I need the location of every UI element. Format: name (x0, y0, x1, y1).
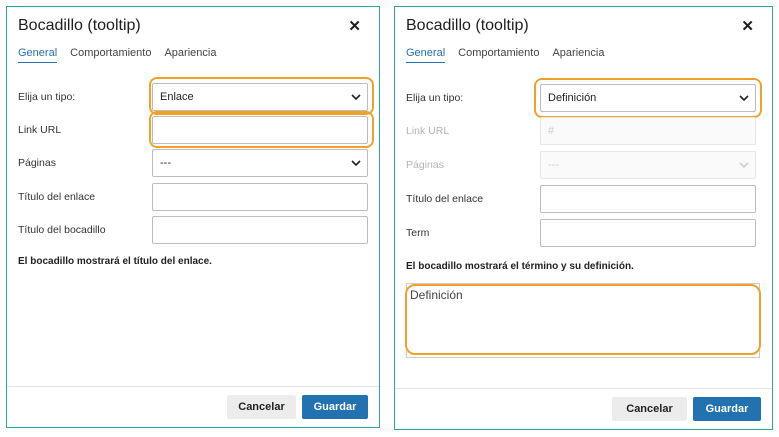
chevron-down-icon (739, 92, 749, 104)
link-title-label: Título del enlace (18, 191, 96, 203)
term-input[interactable] (540, 219, 756, 247)
cancel-button[interactable]: Cancelar (227, 395, 296, 419)
type-select[interactable]: Enlace (152, 83, 368, 111)
pages-select[interactable]: --- (152, 149, 368, 177)
link-url-value: # (548, 125, 555, 137)
pages-select-value: --- (548, 159, 559, 171)
link-title-row: Título del enlace (406, 185, 762, 213)
chevron-down-icon (351, 157, 361, 169)
pages-select-value: --- (160, 157, 171, 169)
cancel-button[interactable]: Cancelar (612, 397, 687, 421)
link-url-row: Link URL (18, 116, 370, 144)
info-note: El bocadillo mostrará el término y su de… (406, 261, 634, 272)
link-title-input[interactable] (540, 185, 756, 213)
pages-select: --- (540, 151, 756, 179)
tab-general[interactable]: General (18, 47, 58, 63)
term-label: Term (406, 227, 430, 239)
dialog-footer: Cancelar Guardar (395, 388, 772, 429)
type-row: Elija un tipo: Definición (406, 84, 762, 112)
tab-comportamiento[interactable]: Comportamiento (70, 47, 151, 63)
tab-bar: General Comportamiento Apariencia (18, 47, 216, 63)
pages-label: Páginas (406, 159, 444, 171)
type-select-value: Definición (548, 92, 597, 104)
dialog-footer: Cancelar Guardar (7, 386, 379, 427)
pages-row: Páginas --- (18, 149, 370, 177)
tab-general[interactable]: General (406, 47, 446, 63)
info-note: El bocadillo mostrará el título del enla… (18, 256, 212, 267)
link-url-row: Link URL # (406, 117, 762, 145)
type-label: Elija un tipo: (18, 91, 76, 103)
tooltip-title-label: Título del bocadillo (18, 224, 106, 236)
tooltip-title-input[interactable] (152, 216, 368, 244)
type-label: Elija un tipo: (406, 92, 464, 104)
link-title-label: Título del enlace (406, 193, 484, 205)
pages-label: Páginas (18, 157, 56, 169)
chevron-down-icon (351, 91, 361, 103)
dialog-title: Bocadillo (tooltip) (406, 17, 529, 34)
close-icon[interactable]: ✕ (348, 17, 361, 35)
dialog-title: Bocadillo (tooltip) (18, 17, 141, 34)
tab-bar: General Comportamiento Apariencia (406, 47, 604, 63)
tab-comportamiento[interactable]: Comportamiento (458, 47, 539, 63)
tab-apariencia[interactable]: Apariencia (164, 47, 216, 63)
link-url-input: # (540, 117, 756, 145)
pages-row: Páginas --- (406, 151, 762, 179)
term-row: Term (406, 219, 762, 247)
close-icon[interactable]: ✕ (741, 17, 754, 35)
type-select-value: Enlace (160, 91, 194, 103)
tab-apariencia[interactable]: Apariencia (552, 47, 604, 63)
definition-textarea[interactable]: Definición (406, 283, 760, 358)
save-button[interactable]: Guardar (302, 395, 368, 419)
tooltip-dialog-definition: Bocadillo (tooltip) ✕ General Comportami… (394, 6, 773, 430)
tooltip-title-row: Título del bocadillo (18, 216, 370, 244)
link-title-row: Título del enlace (18, 183, 370, 211)
save-button[interactable]: Guardar (693, 397, 761, 421)
link-url-label: Link URL (18, 124, 62, 136)
link-url-input[interactable] (152, 116, 368, 144)
link-url-label: Link URL (406, 125, 450, 137)
link-title-input[interactable] (152, 183, 368, 211)
type-select[interactable]: Definición (540, 84, 756, 112)
chevron-down-icon (739, 159, 749, 171)
tooltip-dialog-link: Bocadillo (tooltip) ✕ General Comportami… (6, 6, 380, 428)
definition-placeholder: Definición (410, 288, 463, 302)
type-row: Elija un tipo: Enlace (18, 83, 370, 111)
